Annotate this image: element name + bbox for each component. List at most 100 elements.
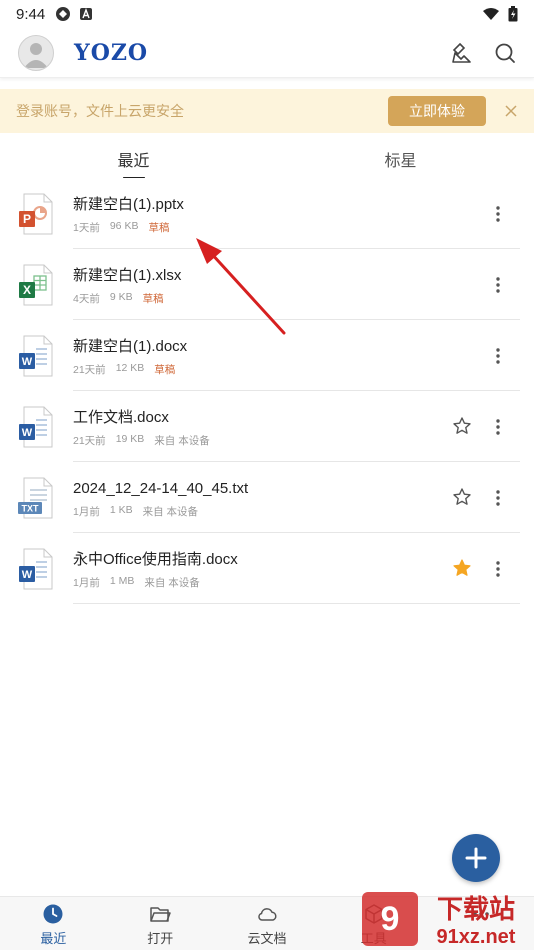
nav-open-label: 打开	[147, 931, 174, 946]
status-time: 9:44	[16, 5, 46, 23]
wifi-icon	[483, 8, 499, 20]
file-name: 新建空白(1).xlsx	[73, 267, 182, 284]
file-row[interactable]: W 工作文档.docx 21天前 19 KB 来自 本设备	[0, 391, 534, 462]
file-name: 永中Office使用指南.docx	[73, 551, 238, 568]
tab-recent[interactable]: 最近	[0, 140, 267, 178]
file-time: 1月前	[73, 577, 100, 589]
file-tag: 草稿	[142, 293, 164, 305]
clean-brush-icon[interactable]	[450, 42, 472, 64]
star-button[interactable]	[452, 416, 472, 436]
docx-file-icon: W	[19, 335, 53, 377]
status-bar: 9:44	[0, 0, 534, 28]
banner-close-button[interactable]	[504, 104, 518, 118]
file-tag: 来自 本设备	[142, 506, 199, 518]
nav-more[interactable]	[427, 897, 534, 950]
add-fab-button[interactable]	[452, 834, 500, 882]
tab-bar: 最近 标星	[0, 140, 534, 178]
file-size: 9 KB	[109, 291, 133, 303]
nav-recent-label: 最近	[40, 931, 67, 946]
more-vertical-icon	[496, 561, 500, 577]
file-size: 19 KB	[115, 433, 145, 445]
file-time: 21天前	[73, 435, 106, 447]
try-now-button[interactable]: 立即体验	[388, 96, 486, 126]
file-tag: 草稿	[154, 364, 176, 376]
nav-tools-label: 工具	[360, 931, 387, 946]
file-time: 4天前	[73, 293, 100, 305]
plus-icon	[465, 847, 487, 869]
file-size: 96 KB	[109, 220, 139, 232]
tab-starred-label: 标星	[384, 153, 417, 170]
more-options-button[interactable]	[492, 417, 504, 437]
star-button[interactable]	[452, 558, 472, 578]
file-row[interactable]: P 新建空白(1).pptx 1天前 96 KB 草稿	[0, 178, 534, 249]
search-icon[interactable]	[494, 42, 516, 64]
file-name: 工作文档.docx	[73, 409, 169, 426]
more-vertical-icon	[496, 490, 500, 506]
more-options-button[interactable]	[492, 275, 504, 295]
docx-file-icon: W	[19, 406, 53, 448]
svg-text:W: W	[22, 427, 33, 439]
more-vertical-icon	[496, 277, 500, 293]
more-options-button[interactable]	[492, 559, 504, 579]
svg-text:X: X	[23, 283, 31, 297]
nav-tools[interactable]: 工具	[320, 897, 427, 950]
nav-cloud-label: 云文档	[247, 931, 287, 946]
file-size: 12 KB	[115, 362, 145, 374]
more-options-button[interactable]	[492, 488, 504, 508]
app-logo: YOZO	[74, 39, 149, 66]
close-icon	[505, 105, 517, 117]
more-vertical-icon	[496, 419, 500, 435]
svg-text:W: W	[22, 356, 33, 368]
file-row[interactable]: W 永中Office使用指南.docx 1月前 1 MB 来自 本设备	[0, 533, 534, 604]
file-tag: 草稿	[148, 222, 170, 234]
txt-file-icon: TXT	[18, 477, 53, 519]
more-vertical-icon	[496, 348, 500, 364]
svg-text:P: P	[23, 212, 31, 226]
svg-text:W: W	[22, 569, 33, 581]
file-row[interactable]: W 新建空白(1).docx 21天前 12 KB 草稿	[0, 320, 534, 391]
nav-cloud[interactable]: 云文档	[214, 897, 321, 950]
user-icon	[24, 42, 48, 68]
nav-recent[interactable]: 最近	[0, 897, 107, 950]
bottom-nav: 最近 打开 云文档 工具	[0, 896, 534, 950]
file-size: 1 MB	[109, 575, 135, 587]
more-icon	[472, 912, 489, 916]
cube-icon	[365, 904, 383, 924]
file-tag: 来自 本设备	[144, 577, 200, 589]
battery-icon	[508, 6, 518, 22]
row-divider	[73, 603, 520, 604]
banner-text: 登录账号，文件上云更安全	[16, 103, 184, 119]
file-time: 21天前	[73, 364, 106, 376]
more-options-button[interactable]	[492, 346, 504, 366]
more-vertical-icon	[496, 206, 500, 222]
file-size: 1 KB	[109, 504, 133, 516]
file-tag: 来自 本设备	[154, 435, 210, 447]
nav-open[interactable]: 打开	[107, 897, 214, 950]
file-name: 2024_12_24-14_40_45.txt	[73, 480, 249, 497]
file-time: 1月前	[73, 506, 100, 518]
file-row[interactable]: TXT 2024_12_24-14_40_45.txt 1月前 1 KB 来自 …	[0, 462, 534, 533]
tab-starred[interactable]: 标星	[267, 140, 534, 178]
pptx-file-icon: P	[19, 193, 53, 235]
xlsx-file-icon: X	[19, 264, 53, 306]
login-banner: 登录账号，文件上云更安全 立即体验	[0, 89, 534, 133]
svg-text:TXT: TXT	[22, 504, 40, 514]
clock-icon	[43, 904, 63, 924]
star-outline-icon	[453, 488, 471, 505]
file-list: P 新建空白(1).pptx 1天前 96 KB 草稿 X 新建空白(1).xl…	[0, 178, 534, 604]
app-header: YOZO	[0, 28, 534, 78]
tab-recent-label: 最近	[117, 153, 150, 170]
file-name: 新建空白(1).pptx	[73, 196, 184, 213]
app-notification-icon	[56, 7, 71, 21]
more-options-button[interactable]	[492, 204, 504, 224]
cloud-icon	[258, 908, 277, 921]
folder-icon	[150, 907, 171, 922]
star-outline-icon	[453, 417, 471, 434]
a-notification-icon	[80, 8, 93, 20]
avatar[interactable]	[18, 34, 54, 71]
star-button[interactable]	[452, 487, 472, 507]
file-row[interactable]: X 新建空白(1).xlsx 4天前 9 KB 草稿	[0, 249, 534, 320]
docx-file-icon: W	[19, 548, 53, 590]
file-time: 1天前	[73, 222, 100, 234]
star-filled-icon	[453, 559, 471, 576]
